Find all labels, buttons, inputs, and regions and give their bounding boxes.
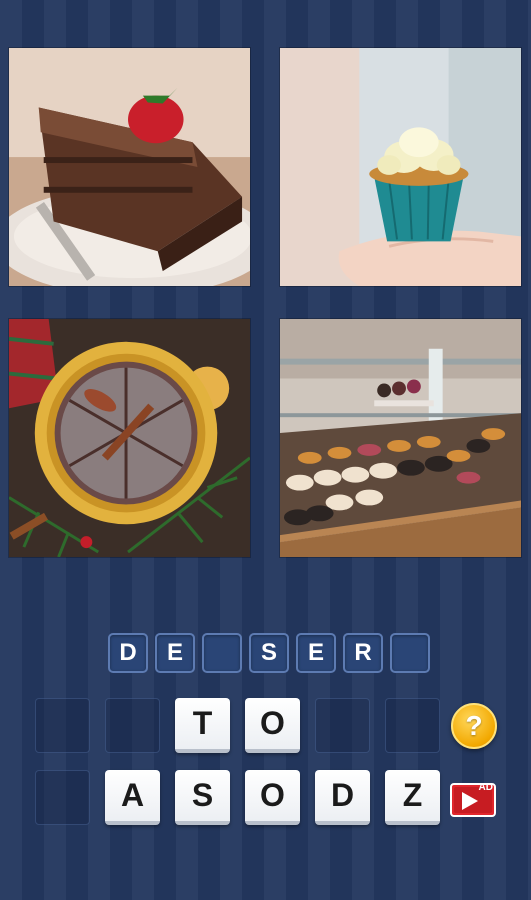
letter-bank-row-1: T O xyxy=(35,698,440,753)
puzzle-image-3[interactable] xyxy=(8,318,251,558)
watch-ad-button[interactable]: AD xyxy=(450,781,496,817)
question-mark-icon: ? xyxy=(465,710,483,741)
letter-tile[interactable]: S xyxy=(175,770,230,825)
letter-tile-empty xyxy=(385,698,440,753)
puzzle-image-2[interactable] xyxy=(279,47,522,287)
answer-slots: D E S E R xyxy=(108,633,430,673)
letter-tile-empty xyxy=(35,698,90,753)
letter-tile[interactable]: O xyxy=(245,770,300,825)
letter-tile-empty xyxy=(105,698,160,753)
hint-button[interactable]: ? xyxy=(451,703,497,749)
letter-tile[interactable]: Z xyxy=(385,770,440,825)
answer-slot[interactable]: D xyxy=(108,633,148,673)
answer-slot[interactable]: E xyxy=(155,633,195,673)
puzzle-image-1[interactable] xyxy=(8,47,251,287)
answer-slot[interactable]: S xyxy=(249,633,289,673)
answer-slot[interactable]: E xyxy=(296,633,336,673)
answer-slot[interactable] xyxy=(390,633,430,673)
letter-tile-empty xyxy=(35,770,90,825)
letter-tile[interactable]: A xyxy=(105,770,160,825)
letter-tile[interactable]: D xyxy=(315,770,370,825)
ad-label: AD xyxy=(478,782,493,793)
letter-tile[interactable]: O xyxy=(245,698,300,753)
letter-tile-empty xyxy=(315,698,370,753)
letter-tile[interactable]: T xyxy=(175,698,230,753)
letter-bank-row-2: A S O D Z xyxy=(35,770,440,825)
puzzle-image-4[interactable] xyxy=(279,318,522,558)
answer-slot[interactable]: R xyxy=(343,633,383,673)
answer-slot[interactable] xyxy=(202,633,242,673)
